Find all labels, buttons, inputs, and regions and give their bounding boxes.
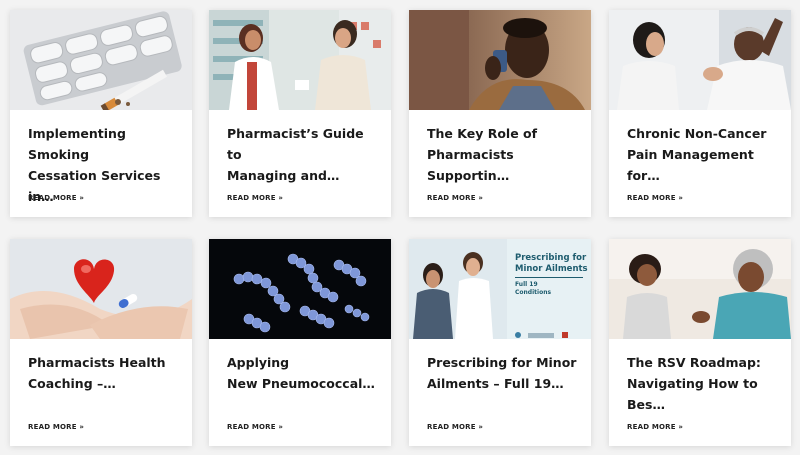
article-title[interactable]: Chronic Non-Cancer Pain Management for… bbox=[627, 123, 777, 186]
bacteria-image bbox=[209, 239, 391, 339]
article-card[interactable]: Implementing Smoking Cessation Services … bbox=[10, 10, 192, 217]
article-thumbnail[interactable]: Prescribing for Minor Ailments Full 19 C… bbox=[409, 239, 591, 339]
inhaler-image bbox=[409, 10, 591, 110]
heart-hands-image bbox=[10, 239, 192, 339]
banner-logo-icon bbox=[515, 332, 521, 338]
article-card[interactable]: Chronic Non-Cancer Pain Management for… … bbox=[609, 10, 791, 217]
banner-heading: Prescribing for Minor Ailments bbox=[515, 253, 588, 274]
article-title[interactable]: Pharmacists Health Coaching –… bbox=[28, 352, 178, 394]
article-card[interactable]: Pharmacists Health Coaching –… READ MORE… bbox=[10, 239, 192, 446]
banner-subheading: Full 19 Conditions bbox=[515, 281, 552, 296]
read-more-link[interactable]: READ MORE » bbox=[627, 194, 683, 202]
banner-logos bbox=[515, 325, 575, 338]
article-title[interactable]: The Key Role of Pharmacists Supportin… bbox=[427, 123, 577, 186]
nicotine-gum-image bbox=[10, 10, 192, 110]
read-more-link[interactable]: READ MORE » bbox=[627, 423, 683, 431]
article-thumbnail[interactable] bbox=[609, 10, 791, 110]
banner-divider bbox=[515, 277, 583, 278]
pharmacist-image bbox=[209, 10, 391, 110]
read-more-link[interactable]: READ MORE » bbox=[227, 423, 283, 431]
article-title[interactable]: Applying New Pneumococcal… bbox=[227, 352, 377, 394]
pain-management-image bbox=[609, 10, 791, 110]
read-more-link[interactable]: READ MORE » bbox=[427, 423, 483, 431]
article-thumbnail[interactable] bbox=[609, 239, 791, 339]
rsv-image bbox=[609, 239, 791, 339]
article-title[interactable]: The RSV Roadmap: Navigating How to Bes… bbox=[627, 352, 777, 415]
read-more-link[interactable]: READ MORE » bbox=[227, 194, 283, 202]
article-thumbnail[interactable] bbox=[209, 239, 391, 339]
article-card[interactable]: The Key Role of Pharmacists Supportin… R… bbox=[409, 10, 591, 217]
banner-logo-icon bbox=[528, 333, 555, 338]
article-card[interactable]: Prescribing for Minor Ailments Full 19 C… bbox=[409, 239, 591, 446]
read-more-link[interactable]: READ MORE » bbox=[28, 423, 84, 431]
read-more-link[interactable]: READ MORE » bbox=[427, 194, 483, 202]
banner-logo-icon bbox=[561, 332, 568, 338]
article-thumbnail[interactable] bbox=[10, 10, 192, 110]
article-title[interactable]: Prescribing for Minor Ailments – Full 19… bbox=[427, 352, 577, 394]
article-thumbnail[interactable] bbox=[209, 10, 391, 110]
article-title[interactable]: Pharmacist’s Guide to Managing and… bbox=[227, 123, 377, 186]
article-thumbnail[interactable] bbox=[409, 10, 591, 110]
article-card[interactable]: Pharmacist’s Guide to Managing and… READ… bbox=[209, 10, 391, 217]
article-card[interactable]: Applying New Pneumococcal… READ MORE » bbox=[209, 239, 391, 446]
read-more-link[interactable]: READ MORE » bbox=[28, 194, 84, 202]
article-card[interactable]: The RSV Roadmap: Navigating How to Bes… … bbox=[609, 239, 791, 446]
article-thumbnail[interactable] bbox=[10, 239, 192, 339]
